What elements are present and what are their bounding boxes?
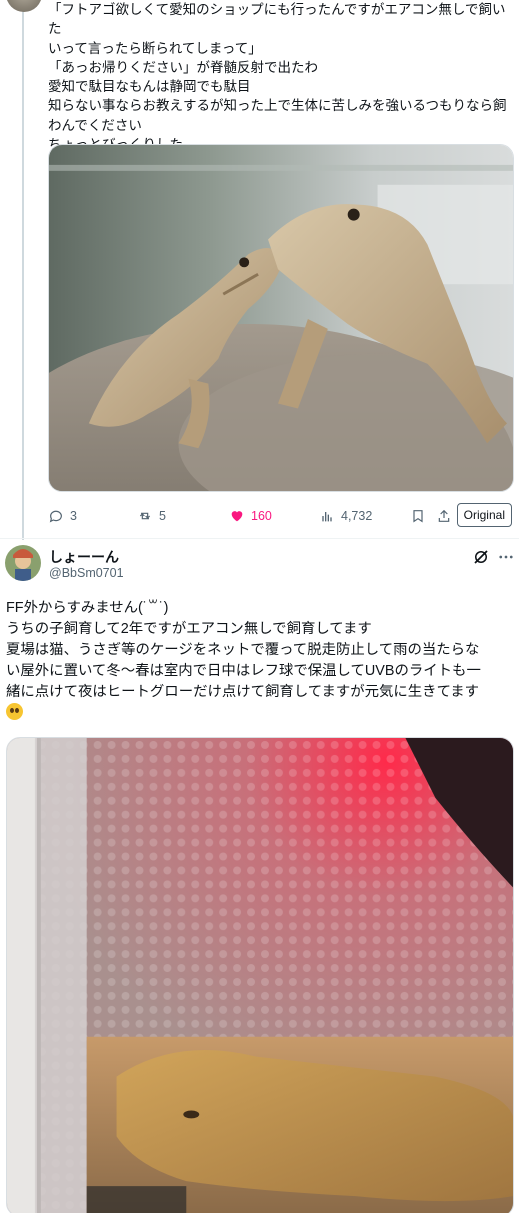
tweet-text-line: FF外からすみません(˙꒳˙) [6, 600, 169, 616]
tweet-text-line: 「フトアゴ欲しくて愛知のショップにも行ったんですがエアコン無しで飼いた [48, 2, 506, 37]
tweet-text-line: い屋外に置いて冬〜春は室内で日中はレフ球で保温してUVBのライトも一 [6, 663, 481, 679]
share-icon [438, 509, 450, 522]
reply-icon [49, 510, 62, 523]
tweet-text: 「フトアゴ欲しくて愛知のショップにも行ったんですがエアコン無しで飼いた いって言… [48, 0, 516, 154]
like-count: 160 [251, 509, 272, 523]
reply-count: 3 [70, 509, 77, 523]
tweet-text-line: 緒に点けて夜はヒートグローだけ点けて飼育してますが元気に生きてます [6, 684, 480, 700]
avatar[interactable] [6, 0, 42, 12]
user-avatar-image [5, 545, 41, 581]
analytics-icon [322, 512, 332, 522]
pleading-face-emoji-icon [6, 703, 23, 720]
share-button[interactable] [436, 503, 458, 529]
tweet-text-line: いって言ったら断られてしまって」 [48, 40, 262, 56]
heart-icon [231, 511, 243, 522]
like-button[interactable]: 160 [229, 503, 272, 529]
views-count: 4,732 [341, 509, 373, 523]
tweet-text-line: 夏場は猫、うさぎ等のケージをネットで覆って脱走防止して雨の当たらな [6, 642, 480, 658]
repost-count: 5 [159, 509, 166, 523]
tweet-text-line: わんでください [48, 117, 142, 133]
tweet-photo[interactable] [48, 144, 514, 492]
avatar[interactable] [5, 545, 41, 581]
tweet-photo[interactable] [6, 737, 514, 1213]
views-button[interactable]: 4,732 [319, 503, 372, 529]
bearded-dragon-cage-photo [7, 738, 513, 1213]
repost-icon [139, 512, 151, 520]
tweet-text-line: 知らない事ならお教えするが知った上で生体に苦しみを強いるつもりなら飼 [48, 98, 507, 114]
display-name[interactable]: しょーーん [49, 547, 119, 567]
tweet-text-line: 「あっお帰りください」が脊髄反射で出たわ [48, 59, 318, 75]
tweet-text-line: うちの子飼育して2年ですがエアコン無しで飼育してます [6, 621, 372, 637]
repost-button[interactable]: 5 [137, 503, 166, 529]
bookmark-button[interactable] [410, 503, 432, 529]
reply-button[interactable]: 3 [48, 503, 77, 529]
bookmark-icon [413, 510, 423, 523]
user-handle[interactable]: @BbSm0701 [49, 566, 124, 580]
tweet-text-line: 愛知で駄目なもんは静岡でも駄目 [48, 79, 251, 95]
tweet-actions: 3 5 160 4,732 Original [48, 503, 516, 529]
tweet-text-line [6, 703, 514, 724]
more-options-icon[interactable] [497, 548, 515, 566]
divider [0, 538, 519, 539]
tweet-text: FF外からすみません(˙꒳˙) うちの子飼育して2年ですがエアコン無しで飼育して… [6, 598, 514, 724]
bearded-dragons-photo [49, 145, 513, 491]
thread-connector-line [22, 0, 24, 540]
original-button[interactable]: Original [456, 503, 512, 527]
grok-icon[interactable] [472, 548, 490, 566]
